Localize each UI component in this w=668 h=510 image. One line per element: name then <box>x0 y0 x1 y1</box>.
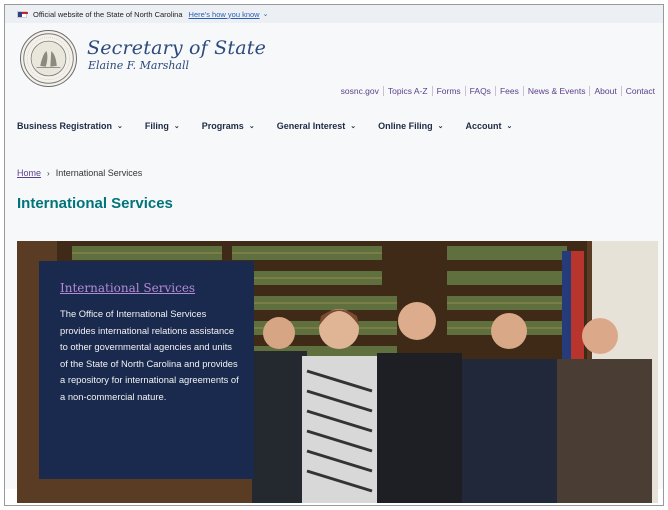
chevron-down-icon: ⌄ <box>117 122 123 130</box>
utility-link-news[interactable]: News & Events <box>522 86 590 96</box>
official-banner-text: Official website of the State of North C… <box>33 9 183 19</box>
utility-link-sosnc[interactable]: sosnc.gov <box>337 86 383 96</box>
site-header: Secretary of State Elaine F. Marshall so… <box>5 23 663 103</box>
breadcrumb-home-link[interactable]: Home <box>17 168 41 178</box>
info-card: International Services The Office of Int… <box>39 261 254 479</box>
utility-link-fees[interactable]: Fees <box>494 86 523 96</box>
card-description: The Office of International Services pro… <box>60 308 239 402</box>
breadcrumb: Home › International Services <box>17 168 142 178</box>
browser-frame: Official website of the State of North C… <box>4 4 664 506</box>
utility-link-contact[interactable]: Contact <box>620 86 659 96</box>
state-seal-logo[interactable] <box>20 30 77 87</box>
utility-link-forms[interactable]: Forms <box>431 86 465 96</box>
chevron-down-icon: ⌄ <box>350 122 357 130</box>
nav-programs[interactable]: Programs ⌄ <box>202 121 255 131</box>
card-title-link[interactable]: International Services <box>60 281 242 295</box>
main-content: Home › International Services Internatio… <box>5 148 663 503</box>
breadcrumb-current: International Services <box>55 168 143 178</box>
chevron-down-icon[interactable]: ⌄ <box>263 10 269 18</box>
nc-flag-icon <box>17 10 28 18</box>
nav-online-filing[interactable]: Online Filing ⌄ <box>378 121 443 131</box>
site-subtitle: Elaine F. Marshall <box>88 59 190 72</box>
page-title: International Services <box>17 195 173 212</box>
chevron-down-icon: ⌄ <box>173 122 180 130</box>
chevron-down-icon: ⌄ <box>437 122 444 130</box>
nav-general-interest[interactable]: General Interest ⌄ <box>277 121 356 131</box>
nav-label: Business Registration <box>17 120 113 131</box>
hero-photo: International Services The Office of Int… <box>17 241 658 503</box>
nav-label: Filing <box>144 120 169 131</box>
chevron-down-icon: ⌄ <box>506 122 513 130</box>
heres-how-you-know-link[interactable]: Here's how you know <box>189 10 260 19</box>
chevron-right-icon: › <box>47 168 50 178</box>
utility-link-about[interactable]: About <box>589 86 620 96</box>
utility-link-topics[interactable]: Topics A-Z <box>382 86 432 96</box>
utility-nav: sosnc.gov Topics A-Z Forms FAQs Fees New… <box>337 86 659 96</box>
nav-filing[interactable]: Filing ⌄ <box>145 121 180 131</box>
nav-label: Programs <box>201 120 244 131</box>
official-banner: Official website of the State of North C… <box>5 5 663 23</box>
main-nav: Business Registration ⌄ Filing ⌄ Programs ⌄… <box>5 103 663 148</box>
nav-business-registration[interactable]: Business Registration ⌄ <box>17 121 123 131</box>
chevron-down-icon: ⌄ <box>248 122 255 130</box>
nav-label: Account <box>465 120 502 131</box>
nav-label: General Interest <box>276 120 346 131</box>
nav-label: Online Filing <box>378 120 433 131</box>
nav-account[interactable]: Account ⌄ <box>465 121 512 131</box>
utility-link-faqs[interactable]: FAQs <box>464 86 495 96</box>
site-title[interactable]: Secretary of State <box>87 37 266 59</box>
